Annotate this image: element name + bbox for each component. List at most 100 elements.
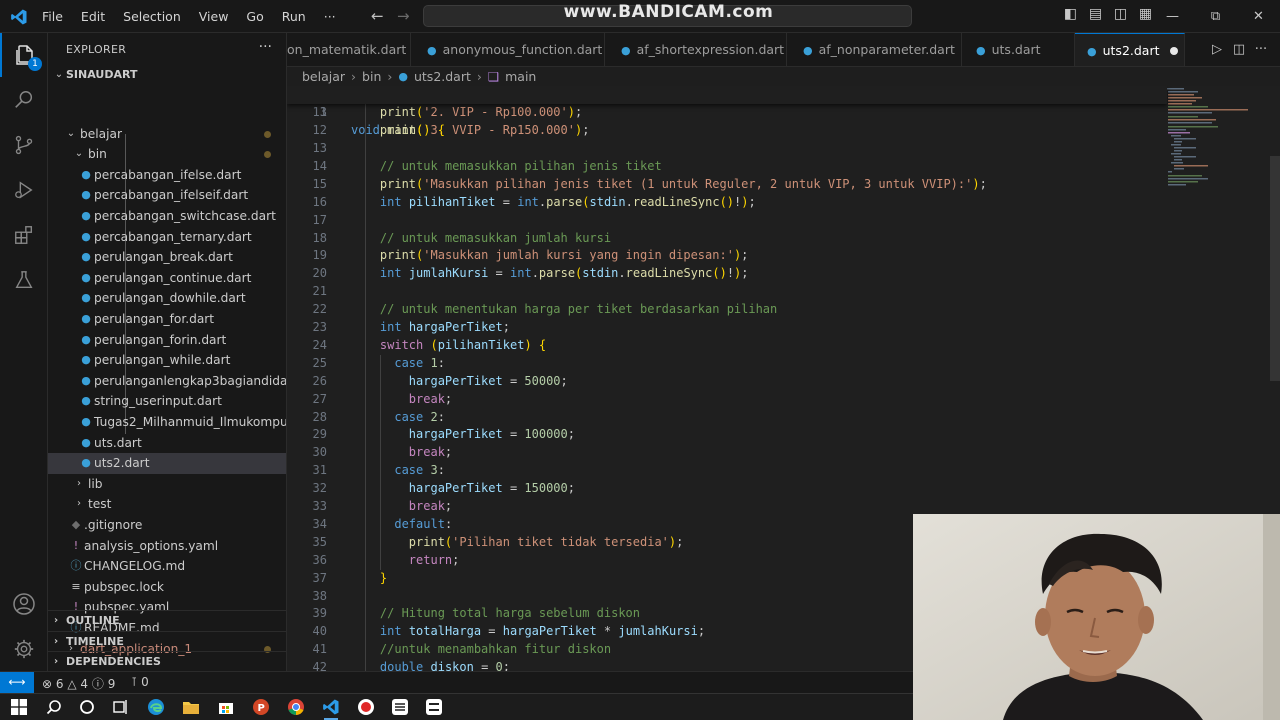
tree-item[interactable]: › lib [48, 474, 286, 495]
outline-section[interactable]: › OUTLINE [48, 610, 286, 631]
tree-item[interactable]: ● perulangan_continue.dart [48, 268, 286, 289]
dependencies-section[interactable]: › DEPENDENCIES [48, 651, 286, 671]
dart-file-icon: ● [1087, 45, 1097, 58]
unsaved-dot-icon[interactable] [1170, 47, 1178, 55]
task-view-icon[interactable] [110, 697, 130, 717]
explorer-more-icon[interactable]: ··· [259, 39, 272, 55]
breadcrumb: belajar › bin › ● uts2.dart › ❑ main [302, 67, 542, 86]
tree-item[interactable]: ● perulangan_dowhile.dart [48, 288, 286, 309]
tree-item[interactable]: ◆ .gitignore [48, 515, 286, 536]
tree-item[interactable]: ● percabangan_ifelse.dart [48, 165, 286, 186]
menu-selection[interactable]: Selection [123, 9, 181, 24]
menu-view[interactable]: View [199, 9, 229, 24]
taskbar-search-icon[interactable] [44, 697, 64, 717]
dart-file-icon: ● [81, 373, 91, 387]
breadcrumb-bin[interactable]: bin [362, 67, 381, 86]
breadcrumb-main[interactable]: main [505, 67, 536, 86]
windows-start-icon[interactable] [9, 697, 29, 717]
tree-item[interactable]: ● Tugas2_Milhanmuid_Ilmukomput... [48, 412, 286, 433]
chevron-right-icon: › [54, 615, 59, 626]
minimize-icon[interactable]: — [1151, 0, 1194, 33]
workspace-root[interactable]: ⌄ SINAUDART [48, 65, 286, 86]
dart-file-icon: ● [803, 44, 813, 57]
tree-item[interactable]: ● perulangan_while.dart [48, 350, 286, 371]
tree-item[interactable]: ● perulangan_forin.dart [48, 330, 286, 351]
svg-text:P: P [258, 703, 265, 714]
tab-uts2[interactable]: ● uts2.dart [1075, 33, 1185, 66]
vscode-taskbar-icon[interactable] [321, 697, 341, 720]
tree-item[interactable]: ⌄ belajar [48, 124, 286, 145]
powerpoint-icon[interactable]: P [251, 697, 271, 717]
tab-uts[interactable]: ● uts.dart [962, 33, 1075, 66]
remote-indicator-icon[interactable]: ⟷ [0, 672, 34, 694]
toggle-secondary-sidebar-icon[interactable]: ◫ [1108, 6, 1133, 22]
chrome-icon[interactable] [286, 697, 306, 717]
menu-edit[interactable]: Edit [81, 9, 105, 24]
sticky-scroll-header[interactable]: 3 void main() { [287, 86, 1167, 137]
explorer-icon[interactable]: 1 [0, 33, 48, 77]
tree-item[interactable]: ! analysis_options.yaml [48, 536, 286, 557]
tree-item[interactable]: ● perulangan_for.dart [48, 309, 286, 330]
split-editor-icon[interactable]: ◫ [1228, 33, 1250, 66]
cortana-icon[interactable] [77, 697, 97, 717]
tree-item[interactable]: ● string_userinput.dart [48, 391, 286, 412]
tab-anonymous-function[interactable]: ● anonymous_function.dart [411, 33, 605, 66]
tree-item[interactable]: ● percabangan_switchcase.dart [48, 206, 286, 227]
info-icon: ⓘ [91, 677, 104, 691]
tab-af-nonparameter[interactable]: ● af_nonparameter.dart [787, 33, 962, 66]
tree-item[interactable]: ⓘ CHANGELOG.md [48, 556, 286, 577]
tree-item[interactable]: ● percabangan_ternary.dart [48, 227, 286, 248]
tree-item[interactable]: ● perulangan_break.dart [48, 247, 286, 268]
timeline-section[interactable]: › TIMELINE [48, 631, 286, 652]
app2-taskbar-icon[interactable] [424, 697, 444, 717]
toggle-sidebar-icon[interactable]: ◧ [1058, 6, 1083, 22]
source-control-icon[interactable] [0, 123, 48, 167]
tree-item[interactable]: ● percabangan_ifelseif.dart [48, 185, 286, 206]
line-number: 20 [312, 266, 327, 281]
toggle-panel-icon[interactable]: ▤ [1083, 6, 1108, 22]
app-taskbar-icon[interactable] [390, 697, 410, 717]
tab-matematik[interactable]: on_matematik.dart [287, 33, 411, 66]
bandicam-taskbar-icon[interactable] [356, 697, 376, 717]
menu-run[interactable]: Run [282, 9, 306, 24]
tree-item[interactable]: › test [48, 494, 286, 515]
run-code-icon[interactable]: ▷ [1206, 33, 1228, 66]
warning-icon: △ [67, 677, 77, 691]
line-number: 15 [312, 176, 327, 191]
breadcrumb-file[interactable]: uts2.dart [414, 67, 471, 86]
tree-item[interactable]: ● uts2.dart [48, 453, 286, 474]
vertical-scrollbar[interactable] [1270, 156, 1280, 381]
chevron-right-icon: › [77, 477, 81, 489]
yaml-file-icon: ! [73, 538, 79, 552]
close-icon[interactable]: ✕ [1237, 0, 1280, 33]
code-text: print('Pilihan tiket tidak tersedia'); [408, 534, 684, 549]
code-text: print('Masukkan pilihan jenis tiket (1 u… [379, 176, 987, 191]
menu-go[interactable]: Go [246, 9, 263, 24]
restore-icon[interactable]: ⧉ [1194, 0, 1237, 33]
modified-dot-icon [264, 130, 271, 138]
problems-indicator[interactable]: ⊗ 6 △ 4 ⓘ 9 [42, 675, 115, 692]
tree-item[interactable]: ●perulanganlengkap3bagiandidala... [48, 371, 286, 392]
ports-indicator[interactable]: ⊺ 0 [131, 675, 149, 689]
tree-item[interactable]: ● uts.dart [48, 433, 286, 454]
minimap[interactable] [1162, 86, 1272, 206]
back-arrow-icon[interactable]: ← [371, 7, 384, 25]
search-icon[interactable] [0, 78, 48, 122]
extensions-icon[interactable] [0, 213, 48, 257]
file-explorer-icon[interactable] [181, 697, 201, 717]
breadcrumb-belajar[interactable]: belajar [302, 67, 345, 86]
testing-icon[interactable] [0, 258, 48, 302]
tree-item[interactable]: ≡ pubspec.lock [48, 577, 286, 598]
store-icon[interactable] [216, 697, 236, 717]
edge-browser-icon[interactable] [146, 697, 166, 717]
tree-item[interactable]: ⌄ bin [48, 144, 286, 165]
forward-arrow-icon[interactable]: → [397, 7, 410, 25]
tab-af-shortexpression[interactable]: ● af_shortexpression.dart [605, 33, 787, 66]
menu-more[interactable]: ··· [324, 9, 336, 24]
more-actions-icon[interactable]: ··· [1250, 33, 1272, 66]
settings-gear-icon[interactable] [0, 627, 48, 671]
menu-file[interactable]: File [42, 9, 63, 24]
line-number: 32 [312, 481, 327, 496]
account-icon[interactable] [0, 582, 48, 626]
run-debug-icon[interactable] [0, 168, 48, 212]
